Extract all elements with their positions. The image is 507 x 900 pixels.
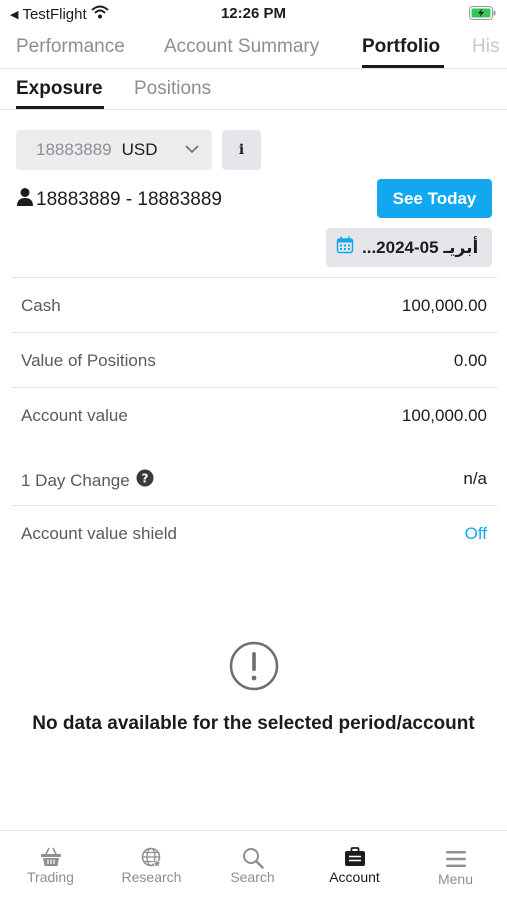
row-value: 100,000.00 <box>401 296 487 315</box>
row-label: Account value <box>21 406 128 425</box>
bottom-nav: Trading Research Search Account Menu <box>0 830 507 900</box>
row-account-value-shield: Account value shield Off <box>12 506 497 561</box>
status-time: 12:26 PM <box>220 5 287 22</box>
tab-portfolio[interactable]: Portfolio <box>362 36 440 58</box>
calendar-icon <box>336 236 362 259</box>
row-label: Value of Positions <box>21 351 156 370</box>
date-picker[interactable]: ...أبريـ 05-2024 <box>326 228 492 267</box>
briefcase-icon <box>304 847 405 867</box>
date-value: ...أبريـ 05-2024 <box>362 237 479 257</box>
nav-label: Trading <box>27 869 74 885</box>
row-cash: Cash 100,000.00 <box>12 278 497 333</box>
account-label-text: 18883889 - 18883889 <box>36 189 222 210</box>
row-label: Account value shield <box>21 524 177 543</box>
battery-charging-icon <box>469 6 497 25</box>
tab-history[interactable]: His <box>472 36 499 58</box>
chevron-down-icon <box>184 141 200 162</box>
nav-label: Account <box>329 869 380 885</box>
divider <box>0 68 507 69</box>
row-value: 0.00 <box>453 351 487 370</box>
row-value-of-positions: Value of Positions 0.00 <box>12 333 497 388</box>
tab-positions[interactable]: Positions <box>134 78 211 100</box>
info-button[interactable]: i <box>222 130 261 170</box>
status-bar: ◀ TestFlight 12:26 PM <box>0 0 507 28</box>
svg-text:?: ? <box>141 472 148 486</box>
nav-search[interactable]: Search <box>202 831 303 900</box>
globe-star-icon <box>101 847 202 869</box>
top-tabs: Performance Account Summary Portfolio Hi… <box>0 30 507 68</box>
account-select[interactable]: 18883889 USD <box>16 130 212 170</box>
account-number: 18883889 <box>36 140 112 159</box>
nav-label: Menu <box>437 871 474 887</box>
shield-toggle-link[interactable]: Off <box>465 524 487 544</box>
row-value: n/a <box>463 469 487 488</box>
exclamation-circle-icon <box>229 641 279 696</box>
account-currency: USD <box>121 140 158 159</box>
help-icon[interactable]: ? <box>136 469 154 492</box>
row-label: 1 Day Change <box>21 470 130 490</box>
row-label-group: 1 Day Change ? <box>21 469 154 492</box>
account-label: 18883889 - 18883889 <box>16 187 222 213</box>
row-value: 100,000.00 <box>401 406 487 425</box>
divider <box>0 109 507 110</box>
tab-performance[interactable]: Performance <box>16 36 125 58</box>
see-today-button[interactable]: See Today <box>377 179 492 218</box>
tab-account-summary[interactable]: Account Summary <box>164 36 319 58</box>
nav-menu[interactable]: Menu <box>405 831 506 900</box>
basket-icon <box>0 847 101 867</box>
nav-research[interactable]: Research <box>101 831 202 900</box>
row-account-value: Account value 100,000.00 <box>12 388 497 443</box>
user-icon <box>16 187 36 213</box>
hamburger-menu-icon <box>405 850 506 868</box>
tab-exposure[interactable]: Exposure <box>16 78 103 100</box>
search-icon <box>202 847 303 869</box>
empty-state-message: No data available for the selected perio… <box>32 713 475 734</box>
row-label: Cash <box>21 296 61 315</box>
nav-trading[interactable]: Trading <box>0 831 101 900</box>
row-1-day-change: 1 Day Change ? n/a <box>12 451 497 506</box>
nav-label: Research <box>121 869 182 885</box>
nav-account[interactable]: Account <box>304 831 405 900</box>
nav-label: Search <box>230 869 275 885</box>
